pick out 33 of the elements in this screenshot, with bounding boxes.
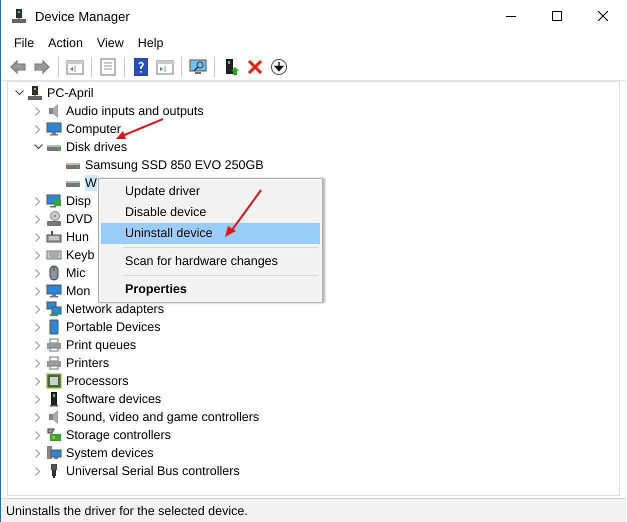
menu-item[interactable]: Action (41, 36, 90, 50)
tree-item[interactable]: Keyb (66, 247, 94, 263)
menu-item[interactable]: Properties (101, 279, 320, 300)
tree-item[interactable]: Universal Serial Bus controllers (66, 463, 240, 479)
menu-item[interactable]: File (7, 36, 42, 50)
tree-item[interactable]: Print queues (66, 337, 136, 353)
tree-item[interactable]: Mic (66, 265, 86, 281)
tree-item[interactable]: Storage controllers (66, 427, 171, 443)
tree-item[interactable]: Hun (66, 229, 89, 245)
tree-item[interactable]: DVD (66, 211, 92, 227)
tree-item[interactable]: Processors (66, 373, 129, 389)
tree-item[interactable]: Mon (66, 283, 90, 299)
tree-item[interactable]: Network adapters (66, 301, 164, 317)
menu-item[interactable]: Update driver (101, 181, 320, 202)
tree-item[interactable]: Portable Devices (66, 319, 160, 335)
status-text: Uninstalls the driver for the selected device. (6, 504, 248, 518)
menu-item[interactable]: Scan for hardware changes (101, 251, 320, 272)
window-title: Device Manager (35, 8, 131, 24)
tree-item[interactable]: Computer (66, 121, 121, 137)
tree-item[interactable]: Software devices (66, 391, 162, 407)
tree-item[interactable]: PC-April (47, 85, 94, 101)
tree-item[interactable]: Sound, video and game controllers (66, 409, 260, 425)
menu-item[interactable]: Uninstall device (101, 223, 320, 244)
tree-item[interactable]: Samsung SSD 850 EVO 250GB (85, 157, 264, 173)
tree-item[interactable]: Disp (66, 193, 92, 209)
menu-item[interactable]: View (90, 36, 131, 50)
tree-item[interactable]: Printers (66, 355, 110, 371)
tree-item[interactable]: W (85, 175, 97, 191)
tree-item[interactable]: System devices (66, 445, 154, 461)
menu-item[interactable]: Help (130, 36, 170, 50)
menu-item[interactable]: Disable device (101, 202, 320, 223)
tree-item[interactable]: Audio inputs and outputs (66, 103, 204, 119)
tree-item[interactable]: Disk drives (66, 139, 128, 155)
